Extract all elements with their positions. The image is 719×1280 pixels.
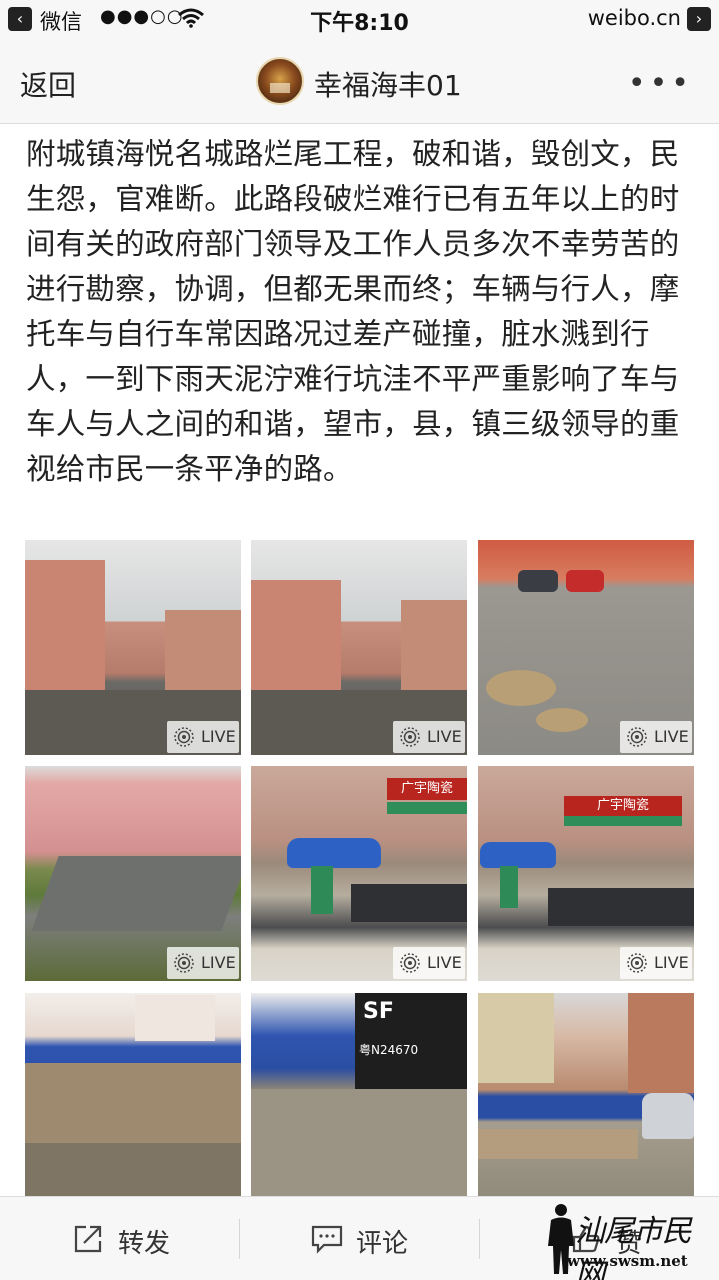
watermark-url: www.swsm.net xyxy=(567,1252,688,1270)
live-label: LIVE xyxy=(654,727,689,746)
shop-sign: 广宇陶瓷 xyxy=(387,778,467,800)
forward-app-icon[interactable]: › xyxy=(687,7,711,31)
photo-3[interactable]: LIVE xyxy=(478,540,694,755)
action-bar: 转发 评论 赞 汕尾市民网 www.swsm.net xyxy=(0,1196,719,1280)
photo-5[interactable]: 广宇陶瓷 LIVE xyxy=(251,766,467,981)
gravel-shape xyxy=(251,1089,467,1208)
comment-label: 评论 xyxy=(356,1229,409,1259)
live-label: LIVE xyxy=(427,953,462,972)
divider xyxy=(239,1219,240,1259)
photo-7[interactable] xyxy=(25,993,241,1208)
live-badge: LIVE xyxy=(393,721,465,753)
live-label: LIVE xyxy=(201,727,236,746)
photo-1[interactable]: LIVE xyxy=(25,540,241,755)
back-button[interactable]: 返回 xyxy=(20,64,76,104)
post-text: 附城镇海悦名城路烂尾工程，破和谐，毁创文，民生怨，官难断。此路段破烂难行已有五年… xyxy=(26,137,680,486)
live-icon xyxy=(400,727,420,747)
building-shape xyxy=(25,560,105,690)
photo-8[interactable]: SF 粤N24670 xyxy=(251,993,467,1208)
live-badge: LIVE xyxy=(620,721,692,753)
canal-shape xyxy=(31,856,241,931)
awning-shape xyxy=(564,816,682,826)
person-shape xyxy=(311,866,333,914)
shop-sign: 广宇陶瓷 xyxy=(564,796,682,816)
car-shape xyxy=(566,570,604,592)
live-badge: LIVE xyxy=(620,947,692,979)
building-shape xyxy=(628,993,694,1093)
building-shape xyxy=(401,600,467,690)
puddle-shape xyxy=(486,670,556,706)
site-watermark: 汕尾市民网 www.swsm.net xyxy=(545,1202,713,1280)
live-badge: LIVE xyxy=(167,721,239,753)
truck-plate: 粤N24670 xyxy=(359,1043,419,1057)
live-label: LIVE xyxy=(427,727,462,746)
building-shape xyxy=(165,610,241,690)
photo-6[interactable]: 广宇陶瓷 LIVE xyxy=(478,766,694,981)
car-shape xyxy=(480,842,556,868)
building-shape xyxy=(135,995,215,1041)
car-shape xyxy=(642,1093,694,1139)
live-label: LIVE xyxy=(654,953,689,972)
repost-label: 转发 xyxy=(118,1229,171,1259)
car-shape xyxy=(518,570,558,592)
comment-icon xyxy=(311,1225,343,1254)
live-icon xyxy=(174,953,194,973)
muddy-water-shape xyxy=(25,1063,241,1143)
dirty-water-shape xyxy=(351,884,467,922)
building-shape xyxy=(478,993,554,1083)
truck-logo: SF xyxy=(363,999,394,1024)
live-icon xyxy=(174,727,194,747)
divider xyxy=(479,1219,480,1259)
avatar[interactable] xyxy=(256,57,304,105)
muddy-water-shape xyxy=(478,1129,638,1159)
person-shape xyxy=(500,866,518,908)
nav-bar: 返回 幸福海丰01 ••• xyxy=(0,40,719,124)
live-badge: LIVE xyxy=(393,947,465,979)
awning-shape xyxy=(387,802,467,814)
photo-9[interactable] xyxy=(478,993,694,1208)
user-name[interactable]: 幸福海丰01 xyxy=(314,64,462,104)
more-options-button[interactable]: ••• xyxy=(628,66,693,101)
live-icon xyxy=(627,727,647,747)
live-icon xyxy=(400,953,420,973)
puddle-shape xyxy=(536,708,588,732)
building-shape xyxy=(251,580,341,690)
live-badge: LIVE xyxy=(167,947,239,979)
photo-2[interactable]: LIVE xyxy=(251,540,467,755)
site-domain: weibo.cn xyxy=(587,6,681,30)
dirty-water-shape xyxy=(548,888,694,926)
photo-4[interactable]: LIVE xyxy=(25,766,241,981)
repost-icon xyxy=(74,1225,102,1253)
status-bar: ‹ 微信 ●●●○○ 下午8:10 weibo.cn › xyxy=(0,0,719,40)
live-label: LIVE xyxy=(201,953,236,972)
live-icon xyxy=(627,953,647,973)
car-shape xyxy=(287,838,381,868)
